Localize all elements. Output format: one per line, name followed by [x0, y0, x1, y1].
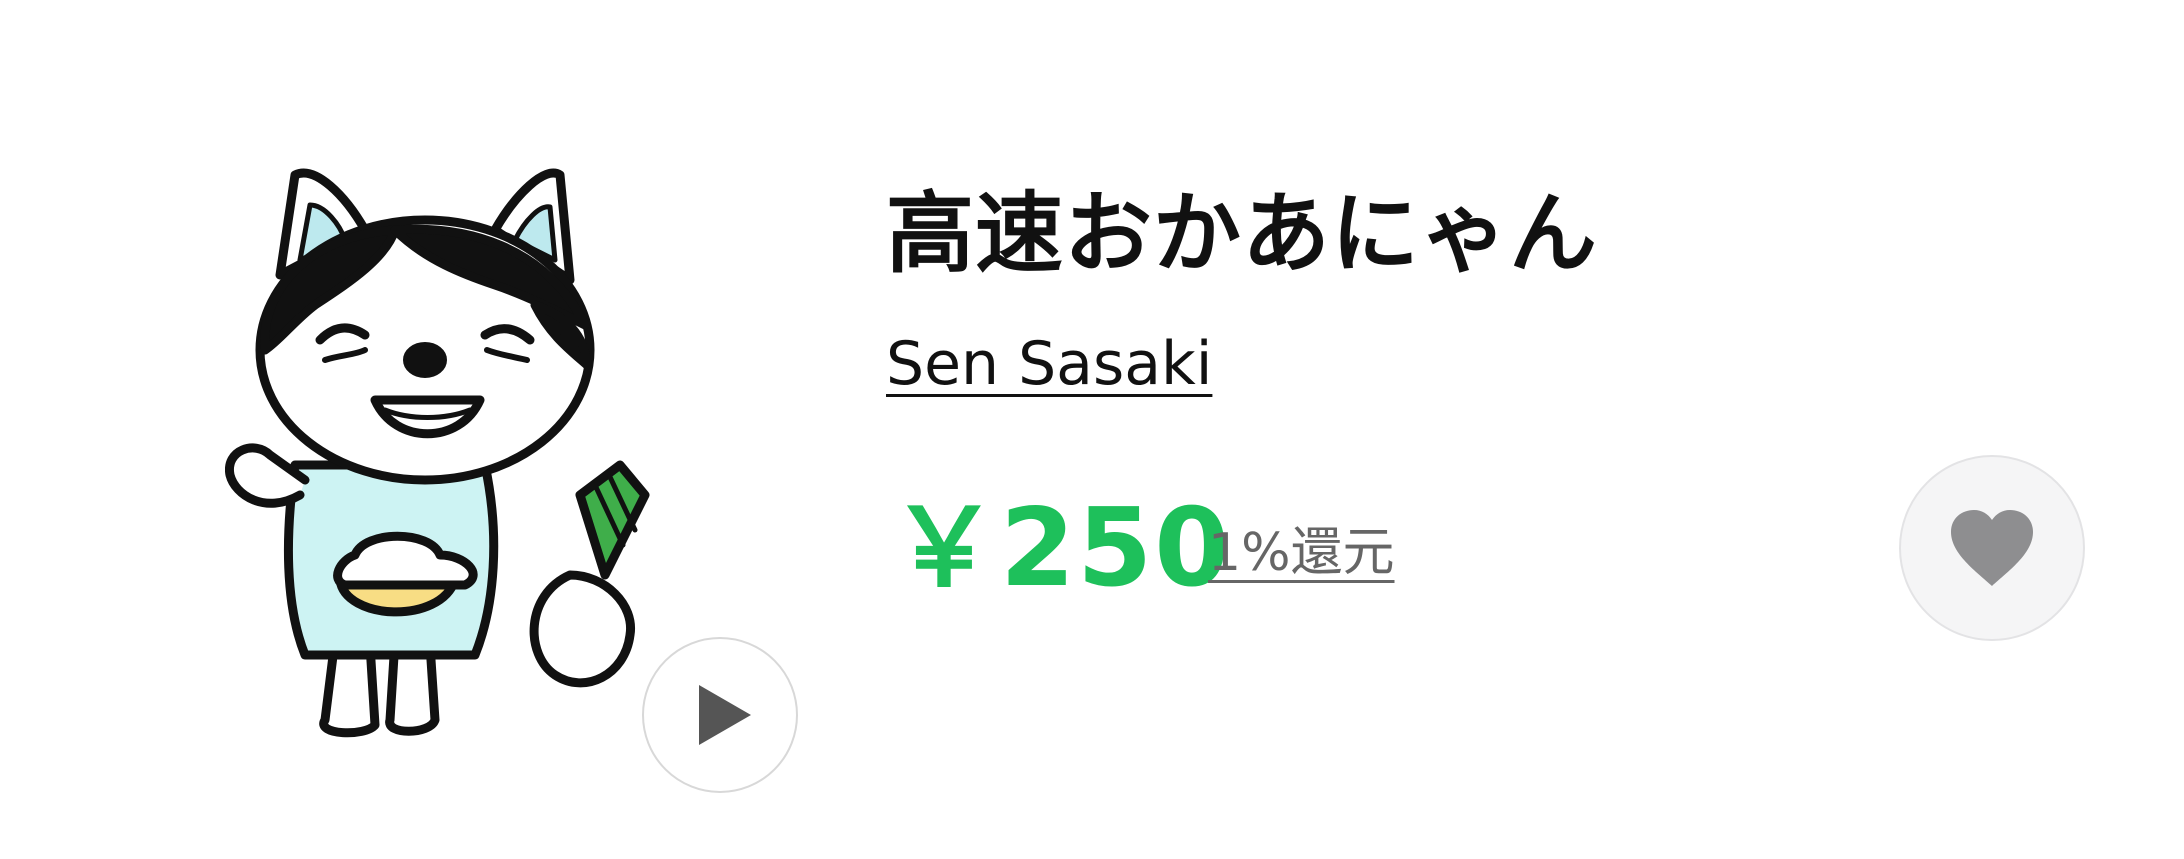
author-link[interactable]: Sen Sasaki: [886, 328, 1212, 400]
cashback-link[interactable]: 1%還元: [1208, 522, 1395, 584]
play-icon: [699, 685, 751, 745]
play-preview-button[interactable]: [642, 637, 798, 793]
heart-icon: [1951, 510, 2033, 586]
sticker-preview-image: [225, 135, 695, 755]
price-label: ￥250: [890, 486, 1232, 611]
sticker-title: 高速おかあにゃん: [886, 182, 1599, 285]
favorite-button[interactable]: [1899, 455, 2085, 641]
